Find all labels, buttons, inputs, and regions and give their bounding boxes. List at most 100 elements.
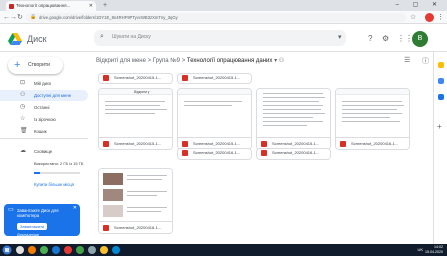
sidebar-item-shared[interactable]: ⚇ Доступні для мене [0,90,88,101]
sidebar-item-trash[interactable]: 🗑 Кошик [0,126,88,137]
app-icon[interactable] [64,246,72,254]
download-drive-promo: ▭ ✕ Завантажте Диск для комп'ютера Заван… [4,204,80,237]
back-icon[interactable]: ← [3,13,10,22]
info-icon[interactable]: ⓘ [422,56,429,66]
drive-brand-name[interactable]: Диск [27,33,47,45]
file-card[interactable]: Screenshot_20200415-1... [177,88,252,150]
file-name: Screenshot_20200415-1... [272,141,320,146]
sidebar-item-label: Останні [34,105,50,110]
taskbar-clock[interactable]: 14:02 15.04.2020 [425,245,443,255]
tab-close-icon[interactable]: ✕ [89,1,93,11]
search-options-icon[interactable]: ▾ [338,33,342,41]
star-icon: ☆ [20,116,26,122]
file-card[interactable]: Screenshot_20200416-1... [256,148,331,160]
apps-grid-icon[interactable]: ⋮⋮ [397,35,413,43]
window-controls[interactable]: – ▢ ✕ [396,0,443,11]
reload-icon[interactable]: ↻ [17,13,23,22]
word-icon[interactable] [52,246,60,254]
buy-storage-link[interactable]: Купити більше місця [34,182,74,187]
image-file-icon [340,141,346,147]
file-name-bar: Screenshot_20200416-1... [178,149,251,159]
browser-profile-icon[interactable] [425,13,434,22]
new-button[interactable]: + Створити [8,57,63,74]
bookmark-star-icon[interactable]: ☆ [410,13,416,22]
image-file-icon [182,141,188,147]
app-icon[interactable] [76,246,84,254]
forward-icon[interactable]: → [10,13,17,22]
file-card[interactable]: Screenshot_20200415-1... [177,73,252,84]
help-icon[interactable]: ? [368,35,372,43]
grid-view-icon[interactable]: ☰ [404,56,410,64]
file-name-bar: Screenshot_20200416-1... [99,221,172,233]
tab-title: Технології опрацювання... [16,3,71,8]
chevron-down-icon[interactable]: ▾ [274,58,277,64]
file-card[interactable]: Screenshot_20200416-1... [335,88,410,150]
file-card[interactable]: Screenshot_20200416-1... [177,148,252,160]
app-icon[interactable] [88,246,96,254]
thumb-photo [103,173,123,185]
breadcrumb-separator: > [147,58,152,64]
file-card[interactable]: Screenshot_20200415-1... [256,88,331,150]
promo-learn-more-link[interactable]: Докладніше [17,232,39,237]
file-name: Screenshot_20200415-1... [114,141,162,146]
file-name: Screenshot_20200415-1... [193,141,241,146]
shared-folder-icon: ⚇ [278,58,285,64]
file-card[interactable]: Screenshot_20200415-1... [98,73,173,84]
cloud-icon: ☁ [20,148,26,154]
media-player-icon[interactable] [28,246,36,254]
computer-icon: ▭ [8,207,14,213]
app-icon[interactable] [112,246,120,254]
image-file-icon [182,150,188,156]
sidebar-item-recent[interactable]: ◷ Останні [0,102,88,113]
promo-download-button[interactable]: Завантажити [17,223,48,230]
search-placeholder: Шукати на Диску [112,34,151,40]
file-name-bar: Screenshot_20200415-1... [178,74,251,83]
chrome-icon[interactable] [40,246,48,254]
search-icon[interactable]: ⌕ [100,33,104,41]
file-thumbnail [257,89,330,131]
breadcrumb-current-folder[interactable]: Технології опрацювання даних [187,58,273,64]
doc-toolbar-label: Відкрити у [134,90,150,94]
breadcrumb-shared[interactable]: Відкриті для мене [96,58,146,64]
file-card[interactable]: Screenshot_20200416-1... [98,168,173,234]
breadcrumb-group[interactable]: Група №9 [153,58,180,64]
promo-text: Завантажте Диск для комп'ютера [17,208,59,218]
explorer-icon[interactable] [16,246,24,254]
sidebar-item-storage[interactable]: ☁ Сховище [0,146,88,157]
browser-menu-icon[interactable]: ⋮ [437,13,444,22]
image-file-icon [103,225,109,231]
windows-taskbar: UK 14:02 15.04.2020 [0,244,447,256]
sidebar-item-label: Доступні для мене [34,93,72,98]
sidebar-item-starred[interactable]: ☆ Із зірочкою [0,114,88,125]
settings-gear-icon[interactable]: ⚙ [382,35,389,43]
file-name-bar: Screenshot_20200416-1... [257,149,330,159]
storage-usage-text: Використано: 2 ГБ із 15 ГБ [34,161,84,166]
browser-tab[interactable]: Технології опрацювання... ✕ [6,1,96,11]
new-tab-button[interactable]: + [100,1,110,11]
sidebar-item-label: Мій диск [34,81,52,86]
sidebar-item-label: Із зірочкою [34,117,56,122]
app-icon[interactable] [100,246,108,254]
tasks-icon[interactable] [438,78,444,84]
browser-tab-strip: Технології опрацювання... ✕ + – ▢ ✕ [0,0,447,11]
tab-favicon-icon [9,4,14,9]
system-tray-lang[interactable]: UK [417,247,423,253]
file-thumbnail: Відкрити у [99,89,172,131]
people-icon: ⚇ [20,92,26,98]
breadcrumb-separator: > [181,58,186,64]
add-addon-icon[interactable]: + [437,122,442,131]
url-text[interactable]: drive.google.com/drive/folders/1DY1E_8n4… [39,13,178,22]
new-button-label: Створити [28,62,50,68]
drive-header: Диск ⌕ Шукати на Диску ▾ ? ⚙ ⋮⋮ В [0,24,447,52]
calendar-icon[interactable] [438,94,444,100]
file-card[interactable]: Відкрити у Screenshot_20200415-1... [98,88,173,150]
breadcrumb: Відкриті для мене > Група №9 > Технологі… [96,54,284,68]
sidebar-item-my-drive[interactable]: ⊡ Мій диск [0,78,88,89]
windows-start-icon[interactable] [2,245,12,255]
storage-progress-fill [34,172,40,174]
file-name-bar: Screenshot_20200415-1... [99,74,172,83]
doc-toolbar [336,89,409,95]
close-icon[interactable]: ✕ [73,206,77,211]
keep-icon[interactable] [438,62,444,68]
account-avatar[interactable]: В [412,31,428,47]
